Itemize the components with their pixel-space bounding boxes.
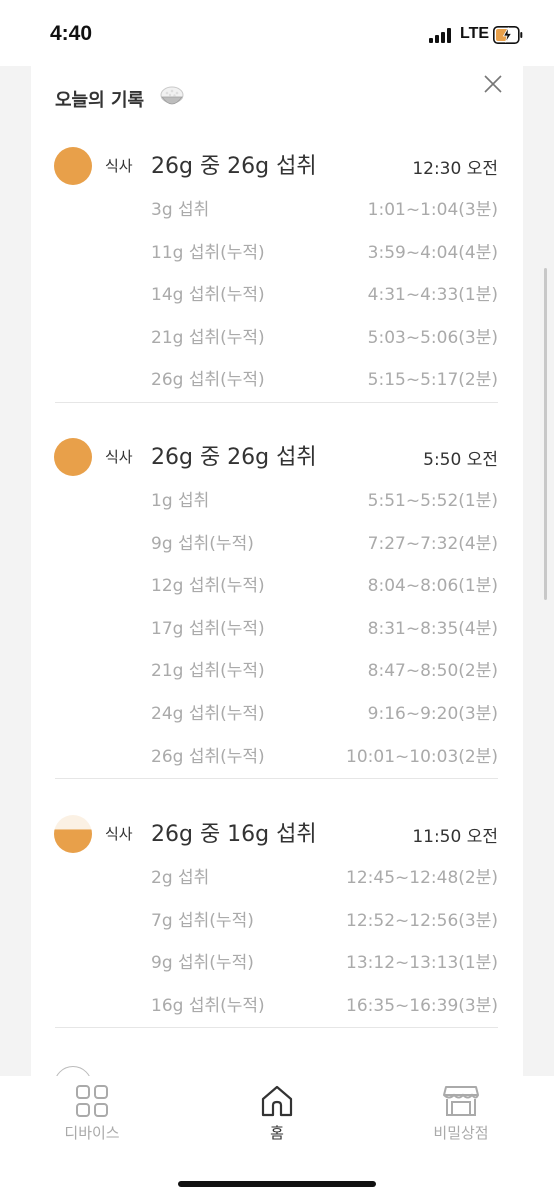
intake-entry-row: 21g 섭취(누적) 8:47~8:50(2분): [151, 656, 498, 682]
nav-item-home[interactable]: 홈: [217, 1084, 337, 1143]
card-title: 오늘의 기록: [55, 90, 145, 111]
intake-amount: 17g 섭취(누적): [151, 618, 265, 639]
scrollbar[interactable]: [544, 268, 547, 600]
meal-summary: 26g 중 26g 섭취: [151, 445, 317, 470]
todays-record-card: 오늘의 기록 식사 26g 중 26g 섭취 12:30 오전 3g 섭취 1:01~1…: [31, 66, 523, 1076]
grid-icon: [76, 1085, 108, 1117]
next-meal-bowl-icon: [54, 1066, 92, 1076]
intake-entry-row: 9g 섭취(누적) 13:12~13:13(1분): [151, 948, 498, 974]
intake-time-range: 8:31~8:35(4분): [367, 618, 498, 639]
store-icon: [443, 1086, 479, 1116]
battery-charging-icon: [493, 26, 523, 44]
meal-divider: [55, 1027, 498, 1029]
intake-entry-row: 26g 섭취(누적) 5:15~5:17(2분): [151, 365, 498, 391]
meal-summary: 26g 중 16g 섭취: [151, 822, 317, 847]
intake-entry-row: 14g 섭취(누적) 4:31~4:33(1분): [151, 280, 498, 306]
intake-amount: 11g 섭취(누적): [151, 242, 265, 263]
intake-time-range: 1:01~1:04(3분): [367, 200, 498, 220]
intake-entry-row: 16g 섭취(누적) 16:35~16:39(3분): [151, 991, 498, 1016]
nav-label: 디바이스: [64, 1124, 120, 1142]
status-bar: 4:40 LTE: [0, 0, 554, 66]
intake-time-range: 12:52~12:56(3분): [346, 910, 498, 931]
intake-time-range: 13:12~13:13(1분): [346, 953, 498, 974]
intake-amount: 2g 섭취: [151, 868, 210, 888]
intake-amount: 26g 섭취(누적): [151, 746, 265, 767]
intake-amount: 26g 섭취(누적): [151, 370, 265, 391]
intake-entry-row: 24g 섭취(누적) 9:16~9:20(3분): [151, 699, 498, 724]
intake-time-range: 5:15~5:17(2분): [367, 370, 498, 391]
intake-time-range: 9:16~9:20(3분): [367, 704, 498, 724]
meal-time: 11:50 오전: [412, 827, 498, 847]
meal-label: 식사: [105, 157, 133, 175]
intake-amount: 1g 섭취: [151, 491, 210, 511]
intake-amount: 16g 섭취(누적): [151, 995, 265, 1016]
intake-amount: 9g 섭취(누적): [151, 953, 254, 974]
intake-amount: 21g 섭취(누적): [151, 661, 265, 682]
intake-entry-row: 26g 섭취(누적) 10:01~10:03(2분): [151, 742, 498, 767]
meal-bowl-icon: [54, 815, 92, 853]
intake-time-range: 8:04~8:06(1분): [367, 576, 498, 597]
intake-entry-row: 7g 섭취(누적) 12:52~12:56(3분): [151, 906, 498, 931]
intake-amount: 9g 섭취(누적): [151, 533, 254, 554]
home-indicator: [178, 1181, 376, 1187]
home-icon: [261, 1085, 293, 1117]
rice-bowl-icon: [160, 86, 184, 105]
intake-time-range: 4:31~4:33(1분): [367, 285, 498, 306]
nav-item-secret-store[interactable]: 비밀상점: [401, 1084, 521, 1143]
intake-entry-row: 17g 섭취(누적) 8:31~8:35(4분): [151, 614, 498, 639]
intake-amount: 3g 섭취: [151, 200, 210, 220]
intake-time-range: 10:01~10:03(2분): [346, 746, 498, 767]
intake-entry-row: 2g 섭취 12:45~12:48(2분): [151, 863, 498, 888]
close-icon[interactable]: [481, 72, 505, 96]
meal-bowl-icon: [54, 147, 92, 185]
meal-divider: [55, 778, 498, 780]
intake-entry-row: 1g 섭취 5:51~5:52(1분): [151, 486, 498, 511]
meal-time: 12:30 오전: [412, 159, 498, 179]
intake-entry-row: 9g 섭취(누적) 7:27~7:32(4분): [151, 529, 498, 554]
intake-entry-row: 11g 섭취(누적) 3:59~4:04(4분): [151, 238, 498, 263]
intake-time-range: 5:51~5:52(1분): [367, 491, 498, 511]
meal-time: 5:50 오전: [423, 450, 498, 470]
intake-entry-row: 12g 섭취(누적) 8:04~8:06(1분): [151, 571, 498, 597]
intake-amount: 14g 섭취(누적): [151, 285, 265, 306]
meal-bowl-icon: [54, 438, 92, 476]
intake-time-range: 8:47~8:50(2분): [367, 661, 498, 682]
intake-time-range: 3:59~4:04(4분): [367, 242, 498, 263]
nav-label: 홈: [270, 1124, 284, 1142]
intake-amount: 24g 섭취(누적): [151, 704, 265, 724]
intake-time-range: 5:03~5:06(3분): [367, 327, 498, 348]
intake-time-range: 12:45~12:48(2분): [346, 868, 498, 888]
network-label: LTE: [460, 25, 490, 42]
intake-entry-row: 3g 섭취 1:01~1:04(3분): [151, 195, 498, 220]
intake-amount: 7g 섭취(누적): [151, 910, 254, 931]
intake-time-range: 7:27~7:32(4분): [367, 533, 498, 554]
intake-time-range: 16:35~16:39(3분): [346, 995, 498, 1016]
meal-label: 식사: [105, 825, 133, 843]
meal-label: 식사: [105, 448, 133, 466]
status-time: 4:40: [50, 22, 93, 45]
meal-summary: 26g 중 26g 섭취: [151, 154, 317, 179]
intake-amount: 12g 섭취(누적): [151, 576, 265, 597]
intake-amount: 21g 섭취(누적): [151, 327, 265, 348]
nav-item-devices[interactable]: 디바이스: [32, 1084, 152, 1143]
intake-entry-row: 21g 섭취(누적) 5:03~5:06(3분): [151, 323, 498, 348]
nav-label: 비밀상점: [433, 1124, 489, 1142]
meal-divider: [55, 402, 498, 403]
signal-icon: [429, 28, 453, 43]
